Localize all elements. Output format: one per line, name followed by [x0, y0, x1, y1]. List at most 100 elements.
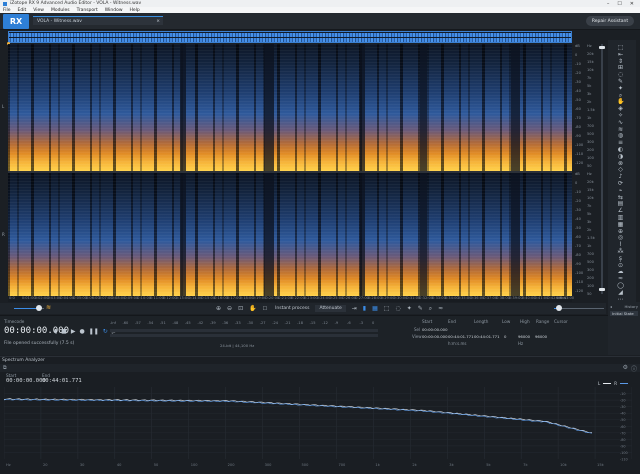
spectrum-plot[interactable]: Hz 20 30 40 50 100 200 300 500 700 1k 2k 3k 5k 7k 10k 15…	[4, 387, 632, 467]
slider-knob[interactable]	[556, 305, 562, 311]
quiet-section	[360, 173, 365, 296]
selection-info: Start End Length Low High Range Cursor S…	[384, 319, 574, 349]
meter-scale: -Inf -60 -57 -54 -51 -48 -45 -42 -39 -36 -33 -30 -27…	[110, 321, 378, 327]
help-icon[interactable]: ⓘ	[631, 364, 637, 373]
slider-knob-bottom[interactable]	[599, 288, 605, 291]
meter-tick-label: -Inf	[110, 321, 116, 325]
hz-tick-label: 5k	[587, 212, 592, 216]
waveform-icon[interactable]: ≈	[438, 305, 443, 312]
db-tick-label: -40	[575, 217, 581, 221]
close-window-button[interactable]: ✕	[630, 1, 634, 7]
legend-left-swatch	[603, 383, 612, 384]
hz-tick-label: 3k	[587, 220, 592, 224]
db-tick-label: -20	[575, 199, 581, 203]
hz-tick-label: 200	[587, 148, 594, 152]
history-item[interactable]: Initial State	[610, 311, 638, 316]
hz-tick-label: 200	[587, 276, 594, 280]
quiet-section	[360, 44, 365, 171]
quiet-section	[180, 44, 186, 171]
view-end-value[interactable]: 00:44:01.771	[448, 334, 474, 339]
quiet-section	[420, 44, 427, 171]
close-tab-icon[interactable]: ×	[156, 19, 160, 24]
sel-start-value[interactable]: 00:00:00.000	[422, 327, 448, 332]
meter-tick-label: -24	[272, 321, 279, 325]
db-tick-label: -90	[620, 444, 626, 448]
waveform-view-icon[interactable]: ▮	[363, 305, 366, 312]
zoom-in-icon[interactable]: ⊕	[216, 305, 221, 312]
legend-left-label: L	[598, 381, 601, 386]
brush-icon[interactable]: ✎	[418, 305, 423, 312]
time-tick-label: 0:05:00	[73, 296, 87, 300]
analyzer-title: Spectrum Analyzer	[2, 358, 45, 363]
spectrogram-noise	[8, 173, 572, 296]
menu-transport[interactable]: Transport	[77, 8, 98, 13]
spectrogram-right-channel[interactable]	[8, 173, 572, 296]
time-tick-label: 0:34:00	[444, 296, 459, 300]
menu-help[interactable]: Help	[130, 8, 140, 13]
history-collapse-icon[interactable]: ◂	[610, 304, 612, 309]
horizontal-zoom-slider[interactable]	[14, 304, 44, 312]
spectrogram-contrast-slider[interactable]	[554, 304, 604, 312]
record-icon[interactable]: ●	[79, 328, 84, 335]
time-tick-label: 0:12:00	[162, 296, 177, 300]
zoom-tool-icon[interactable]: ⌕	[429, 305, 432, 313]
maximize-button[interactable]: ☐	[617, 1, 621, 7]
time-tick-label: 0:07:00	[98, 296, 113, 300]
view-start-value[interactable]: 00:00:00.000	[422, 334, 448, 339]
stop-icon[interactable]: ■	[61, 328, 67, 335]
db-tick-label: -100	[620, 451, 628, 455]
db-tick-label: -120	[575, 289, 584, 293]
db-tick-label: -70	[575, 116, 581, 120]
menu-window[interactable]: Window	[105, 8, 123, 13]
waveform-view-toggle-icon[interactable]: ≋	[46, 304, 51, 311]
hz-tick-label: 15k	[587, 188, 594, 192]
magic-wand-icon[interactable]: ✦	[407, 305, 412, 312]
view-length-value[interactable]: 00:44:01.771	[474, 334, 500, 339]
pause-icon[interactable]: ❚❚	[89, 328, 99, 335]
time-tick-label: 0:35:00	[457, 296, 472, 300]
overview-view-window[interactable]	[8, 31, 572, 43]
low-value[interactable]: 0	[504, 334, 506, 339]
hz-unit-label: Hz	[518, 341, 524, 346]
time-tick-label: 0:22:00	[291, 296, 305, 300]
freq-tick-label: 50	[154, 463, 159, 467]
gear-icon[interactable]: ⚙	[623, 364, 628, 371]
menu-modules[interactable]: Modules	[51, 8, 70, 13]
spectrogram-left-channel[interactable]	[8, 44, 572, 171]
time-frequency-select-icon[interactable]: ⬚	[384, 305, 390, 312]
instant-process-checkbox[interactable]: ☐	[263, 306, 267, 312]
hz-tick-label: 100	[587, 156, 594, 160]
headphones-icon[interactable]: ◖	[54, 328, 57, 335]
db-tick-label: 0	[575, 181, 578, 185]
spectrogram-zoom-slider[interactable]	[599, 44, 605, 294]
range-value[interactable]: 96000	[535, 334, 547, 339]
zoom-fit-icon[interactable]: ⊡	[238, 305, 243, 312]
db-tick-label: -20	[575, 71, 581, 75]
minimize-button[interactable]: –	[607, 1, 610, 7]
instant-process-mode-select[interactable]: Attenuate	[315, 305, 346, 312]
spectrogram-view-icon[interactable]: ▦	[372, 305, 378, 312]
rx-logo: RX	[3, 14, 29, 29]
waveform-overview[interactable]	[8, 31, 572, 43]
lasso-icon[interactable]: ◌	[395, 305, 400, 312]
time-select-icon[interactable]: ⇥	[352, 305, 357, 312]
menu-view[interactable]: View	[33, 8, 44, 13]
hz-tick-label: 7k	[587, 76, 592, 80]
hz-tick-label: 50	[587, 164, 592, 168]
hand-tool-icon[interactable]: ✋	[249, 305, 256, 312]
time-tick-label: 0:27:00	[355, 296, 369, 300]
meter-tick-label: -9	[334, 321, 339, 325]
loop-icon[interactable]: ↻	[103, 328, 108, 335]
file-tab[interactable]: VOLA - Witness.wav ×	[33, 16, 163, 25]
slider-knob[interactable]	[36, 305, 42, 311]
zoom-out-icon[interactable]: ⊖	[227, 305, 232, 312]
hz-tick-label: 20k	[587, 52, 594, 56]
repair-assistant-button[interactable]: Repair Assistant	[586, 16, 634, 26]
menu-file[interactable]: File	[3, 8, 11, 13]
analyzer-mode-icon[interactable]: ⧉	[3, 365, 7, 371]
time-tick-label: 0:31:00	[406, 296, 421, 300]
menu-edit[interactable]: Edit	[18, 8, 27, 13]
play-icon[interactable]: ▶	[71, 328, 76, 335]
high-value[interactable]: 96000	[518, 334, 530, 339]
slider-knob-top[interactable]	[599, 46, 605, 49]
